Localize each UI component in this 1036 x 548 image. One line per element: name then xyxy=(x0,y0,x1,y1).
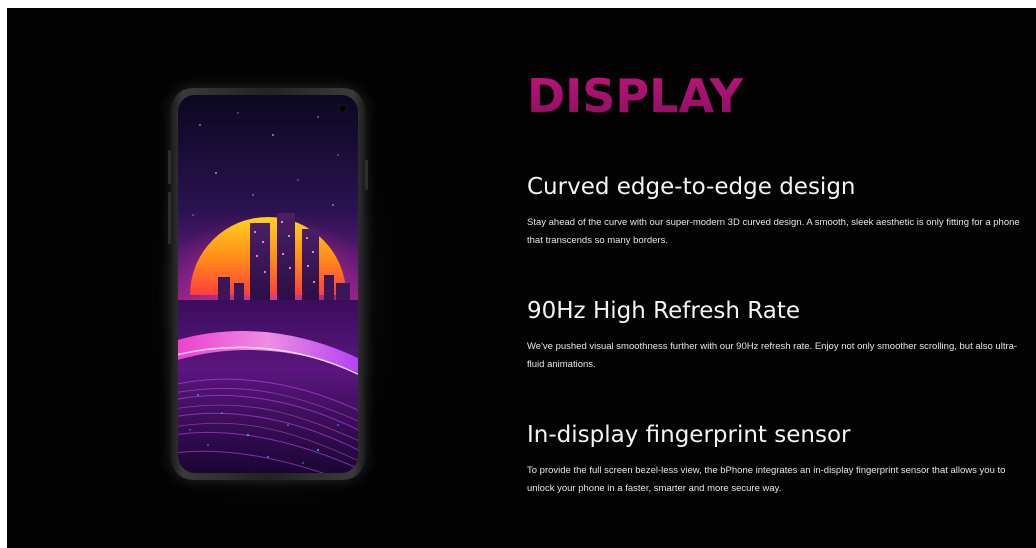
phone-image xyxy=(168,88,368,480)
feature-heading: Curved edge-to-edge design xyxy=(527,174,856,200)
synthwave-city-illustration xyxy=(178,95,358,473)
feature-description: Stay ahead of the curve with our super-m… xyxy=(527,217,1020,246)
feature-curved-design: Curved edge-to-edge design Stay ahead of… xyxy=(527,172,1027,250)
phone-side-button-right xyxy=(365,160,368,190)
section-title: DISPLAY xyxy=(527,68,1027,124)
phone-side-button-left-upper xyxy=(168,150,171,184)
phone-screen-wallpaper xyxy=(178,95,358,473)
feature-fingerprint-sensor: In-display fingerprint sensor To provide… xyxy=(527,420,1027,498)
feature-refresh-rate: 90Hz High Refresh Rate We've pushed visu… xyxy=(527,296,1027,374)
feature-heading: 90Hz High Refresh Rate xyxy=(527,298,801,324)
front-camera-punch-hole xyxy=(338,104,347,113)
display-section: DISPLAY Curved edge-to-edge design Stay … xyxy=(7,8,1036,548)
feature-heading: In-display fingerprint sensor xyxy=(527,422,851,448)
feature-description: To provide the full screen bezel-less vi… xyxy=(527,465,1006,494)
feature-description: We've pushed visual smoothness further w… xyxy=(527,341,1018,370)
display-features-content: DISPLAY Curved edge-to-edge design Stay … xyxy=(527,68,1027,494)
phone-side-button-left-lower xyxy=(168,192,171,244)
